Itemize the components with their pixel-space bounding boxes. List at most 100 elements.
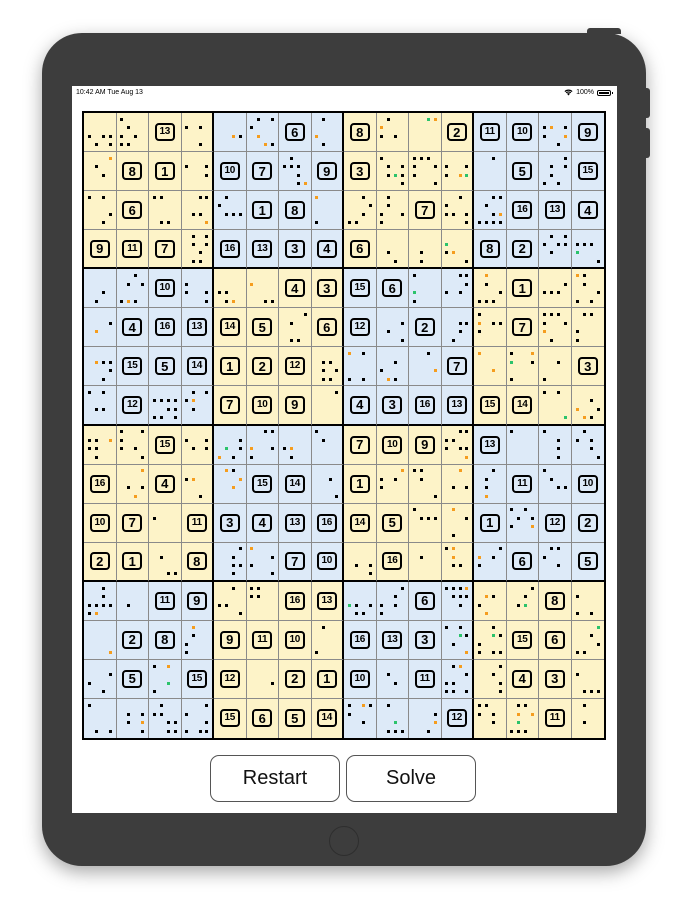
board-cell[interactable] xyxy=(311,347,344,387)
board-cell[interactable] xyxy=(84,308,117,348)
board-cell[interactable] xyxy=(539,230,572,270)
board-cell[interactable] xyxy=(344,698,377,738)
board-cell[interactable] xyxy=(441,503,474,543)
board-cell[interactable] xyxy=(571,230,604,270)
board-cell[interactable]: 1 xyxy=(246,191,279,231)
board-cell[interactable] xyxy=(376,230,409,270)
board-cell[interactable]: 16 xyxy=(214,230,247,270)
board-cell[interactable] xyxy=(116,698,149,738)
board-cell[interactable]: 7 xyxy=(214,386,247,426)
board-cell[interactable]: 6 xyxy=(311,308,344,348)
board-cell[interactable] xyxy=(474,152,507,192)
board-cell[interactable]: 9 xyxy=(84,230,117,270)
board-cell[interactable] xyxy=(149,191,182,231)
board-cell[interactable]: 4 xyxy=(116,308,149,348)
board-cell[interactable] xyxy=(344,581,377,621)
board-cell[interactable]: 13 xyxy=(474,425,507,465)
board-cell[interactable] xyxy=(181,113,214,153)
board-cell[interactable]: 6 xyxy=(279,113,312,153)
board-cell[interactable] xyxy=(539,113,572,153)
board-cell[interactable]: 7 xyxy=(344,425,377,465)
board-cell[interactable] xyxy=(539,347,572,387)
board-cell[interactable]: 5 xyxy=(246,308,279,348)
board-cell[interactable]: 11 xyxy=(149,581,182,621)
board-cell[interactable] xyxy=(84,620,117,660)
board-cell[interactable]: 6 xyxy=(539,620,572,660)
board-cell[interactable]: 10 xyxy=(311,542,344,582)
board-cell[interactable] xyxy=(311,620,344,660)
board-cell[interactable] xyxy=(246,659,279,699)
board-cell[interactable]: 15 xyxy=(181,659,214,699)
board-cell[interactable] xyxy=(474,269,507,309)
board-cell[interactable]: 12 xyxy=(344,308,377,348)
board-cell[interactable]: 11 xyxy=(246,620,279,660)
board-cell[interactable]: 15 xyxy=(214,698,247,738)
board-cell[interactable] xyxy=(376,659,409,699)
board-cell[interactable]: 3 xyxy=(571,347,604,387)
board-cell[interactable]: 14 xyxy=(181,347,214,387)
board-cell[interactable]: 4 xyxy=(344,386,377,426)
board-cell[interactable] xyxy=(311,425,344,465)
board-cell[interactable]: 3 xyxy=(376,386,409,426)
board-cell[interactable] xyxy=(571,581,604,621)
board-cell[interactable] xyxy=(409,269,442,309)
board-cell[interactable]: 2 xyxy=(409,308,442,348)
board-cell[interactable] xyxy=(506,425,539,465)
board-cell[interactable] xyxy=(279,152,312,192)
board-cell[interactable]: 1 xyxy=(506,269,539,309)
board-cell[interactable] xyxy=(149,542,182,582)
solve-button[interactable]: Solve xyxy=(346,755,476,802)
board-cell[interactable] xyxy=(181,230,214,270)
board-cell[interactable] xyxy=(84,269,117,309)
board-cell[interactable]: 12 xyxy=(214,659,247,699)
board-cell[interactable]: 14 xyxy=(214,308,247,348)
board-cell[interactable] xyxy=(441,464,474,504)
board-cell[interactable] xyxy=(539,308,572,348)
board-cell[interactable] xyxy=(539,152,572,192)
board-cell[interactable]: 9 xyxy=(214,620,247,660)
board-cell[interactable]: 10 xyxy=(506,113,539,153)
board-cell[interactable]: 3 xyxy=(344,152,377,192)
board-cell[interactable]: 7 xyxy=(506,308,539,348)
board-cell[interactable] xyxy=(116,113,149,153)
board-cell[interactable] xyxy=(84,386,117,426)
board-cell[interactable]: 2 xyxy=(441,113,474,153)
board-cell[interactable] xyxy=(84,191,117,231)
board-cell[interactable]: 16 xyxy=(311,503,344,543)
board-cell[interactable]: 7 xyxy=(409,191,442,231)
board-cell[interactable]: 9 xyxy=(409,425,442,465)
board-cell[interactable]: 14 xyxy=(311,698,344,738)
board-cell[interactable]: 4 xyxy=(246,503,279,543)
board-cell[interactable] xyxy=(409,464,442,504)
board-cell[interactable]: 10 xyxy=(84,503,117,543)
board-cell[interactable]: 10 xyxy=(279,620,312,660)
board-cell[interactable]: 13 xyxy=(246,230,279,270)
board-cell[interactable] xyxy=(181,386,214,426)
board-cell[interactable] xyxy=(311,386,344,426)
board-cell[interactable]: 4 xyxy=(149,464,182,504)
board-cell[interactable]: 15 xyxy=(116,347,149,387)
board-cell[interactable] xyxy=(506,581,539,621)
board-cell[interactable]: 15 xyxy=(506,620,539,660)
board-cell[interactable] xyxy=(441,230,474,270)
board-cell[interactable] xyxy=(344,191,377,231)
board-cell[interactable]: 5 xyxy=(279,698,312,738)
board-cell[interactable] xyxy=(539,542,572,582)
board-cell[interactable]: 15 xyxy=(474,386,507,426)
board-cell[interactable]: 16 xyxy=(376,542,409,582)
board-cell[interactable]: 6 xyxy=(506,542,539,582)
board-cell[interactable] xyxy=(539,425,572,465)
board-cell[interactable]: 10 xyxy=(149,269,182,309)
board-cell[interactable] xyxy=(571,386,604,426)
board-cell[interactable] xyxy=(571,308,604,348)
board-cell[interactable] xyxy=(214,425,247,465)
board-cell[interactable] xyxy=(409,152,442,192)
board-cell[interactable] xyxy=(149,698,182,738)
board-cell[interactable] xyxy=(539,386,572,426)
board-cell[interactable]: 11 xyxy=(116,230,149,270)
board-cell[interactable]: 15 xyxy=(571,152,604,192)
board-cell[interactable]: 7 xyxy=(116,503,149,543)
board-cell[interactable]: 14 xyxy=(506,386,539,426)
restart-button[interactable]: Restart xyxy=(210,755,340,802)
board-cell[interactable] xyxy=(116,581,149,621)
